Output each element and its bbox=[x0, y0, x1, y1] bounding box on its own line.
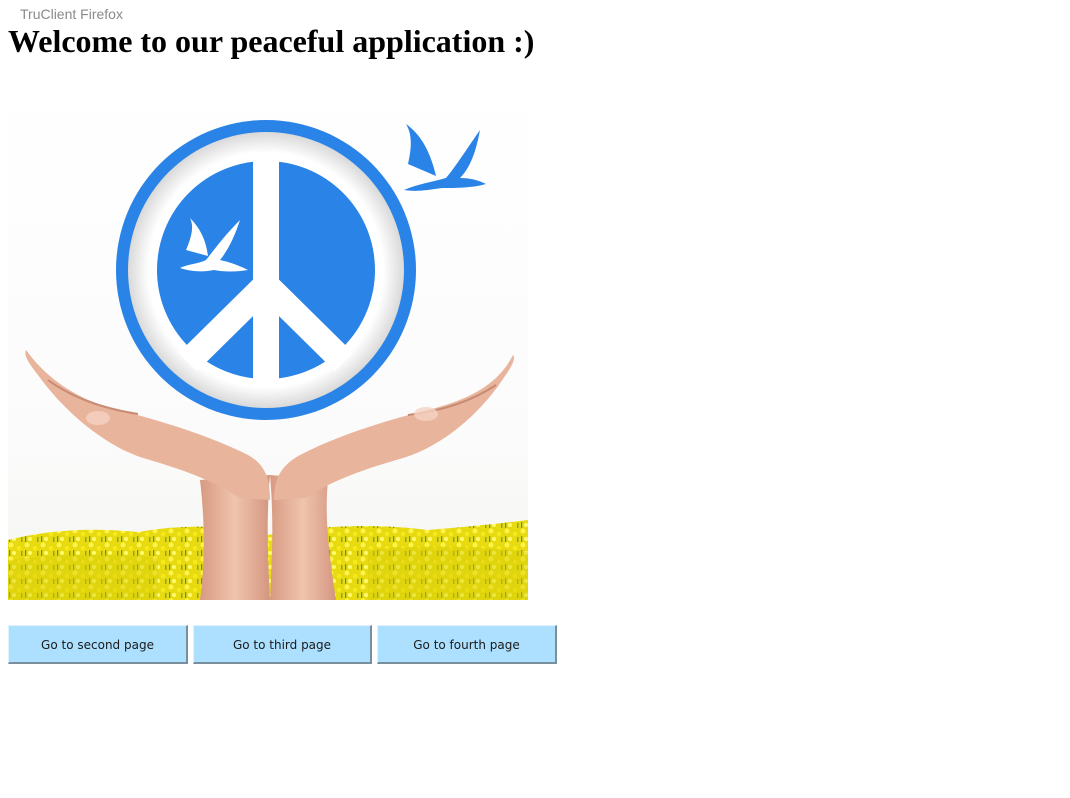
nav-button-row: Go to second page Go to third page Go to… bbox=[8, 625, 557, 664]
hero-image bbox=[8, 80, 528, 600]
go-to-second-page-button[interactable]: Go to second page bbox=[8, 625, 188, 664]
page-title: Welcome to our peaceful application :) bbox=[8, 23, 535, 59]
go-to-fourth-page-button[interactable]: Go to fourth page bbox=[377, 625, 557, 664]
browser-label: TruClient Firefox bbox=[20, 6, 123, 22]
peace-hands-illustration bbox=[8, 80, 528, 600]
go-to-third-page-button[interactable]: Go to third page bbox=[193, 625, 372, 664]
